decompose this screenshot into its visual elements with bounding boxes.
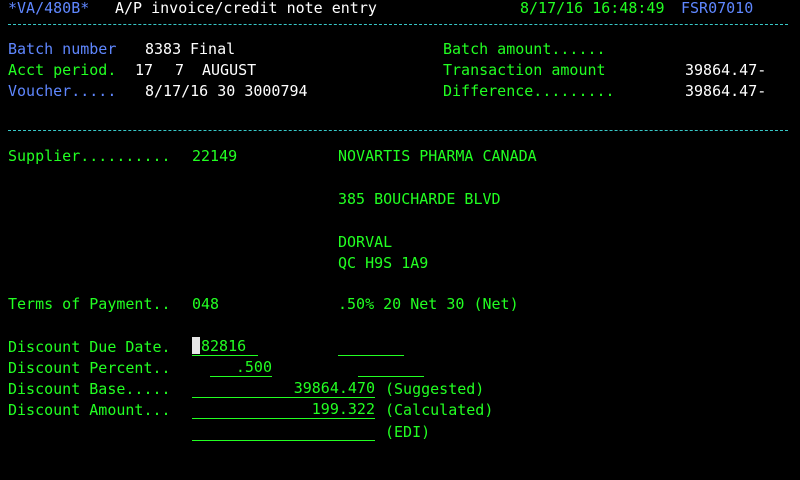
screen-id: FSR07010 xyxy=(681,0,754,17)
voucher-value: 8/17/16 30 3000794 xyxy=(145,82,308,100)
supplier-address-line: 385 BOUCHARDE BLVD xyxy=(338,190,501,208)
supplier-label: Supplier.......... xyxy=(8,147,171,165)
discount-percent-label: Discount Percent.. xyxy=(8,359,171,377)
supplier-city: DORVAL xyxy=(338,233,393,251)
batch-number-label: Batch number xyxy=(8,40,117,58)
discount-due-date-alt-field[interactable] xyxy=(338,336,404,356)
terms-label: Terms of Payment.. xyxy=(8,295,171,313)
batch-number-value: 8383 xyxy=(145,40,182,58)
transaction-amount-value: 39864.47- xyxy=(685,61,767,79)
batch-amount-label: Batch amount...... xyxy=(443,40,606,58)
acct-period-label: Acct period. xyxy=(8,61,117,79)
acct-period-name: AUGUST xyxy=(202,61,257,79)
discount-due-date-label: Discount Due Date. xyxy=(8,338,171,356)
difference-value: 39864.47- xyxy=(685,82,767,100)
discount-amount-label: Discount Amount... xyxy=(8,401,171,419)
supplier-number: 22149 xyxy=(192,147,238,165)
supplier-name: NOVARTIS PHARMA CANADA xyxy=(338,147,537,165)
voucher-label: Voucher..... xyxy=(8,82,117,100)
separator-rule xyxy=(8,130,788,131)
acct-period-month: 17 xyxy=(135,61,154,79)
discount-percent-value: .500 xyxy=(235,358,272,376)
discount-amount-value: 199.322 xyxy=(311,400,375,418)
discount-amount-note: (Calculated) xyxy=(385,401,494,419)
acct-period-year: 7 xyxy=(175,61,185,79)
transaction-amount-label: Transaction amount xyxy=(443,61,606,79)
discount-due-date-value: 82816 xyxy=(201,337,247,355)
discount-edi-note: (EDI) xyxy=(385,423,431,441)
terms-description: .50% 20 Net 30 (Net) xyxy=(338,295,519,313)
terminal-screen: { "header": { "program": "*VA/480B*", "t… xyxy=(0,0,800,480)
terms-code: 048 xyxy=(192,295,220,313)
discount-amount-field[interactable]: 199.322 xyxy=(192,399,375,419)
discount-base-label: Discount Base..... xyxy=(8,380,171,398)
difference-label: Difference......... xyxy=(443,82,615,100)
discount-edi-field[interactable] xyxy=(192,421,375,441)
discount-base-note: (Suggested) xyxy=(385,380,485,398)
program-name: *VA/480B* xyxy=(8,0,90,17)
supplier-province-postal: QC H9S 1A9 xyxy=(338,254,429,272)
discount-percent-field[interactable]: .500 xyxy=(210,357,272,377)
discount-due-date-field[interactable]: 82816 xyxy=(192,336,258,356)
discount-base-field[interactable]: 39864.470 xyxy=(192,378,375,398)
header-datetime: 8/17/16 16:48:49 xyxy=(520,0,665,17)
discount-percent-alt-field[interactable] xyxy=(358,357,424,377)
batch-status: Final xyxy=(190,40,236,58)
screen-title: A/P invoice/credit note entry xyxy=(115,0,377,17)
separator-rule xyxy=(8,24,788,25)
discount-base-value: 39864.470 xyxy=(293,379,375,397)
text-cursor xyxy=(192,337,200,354)
